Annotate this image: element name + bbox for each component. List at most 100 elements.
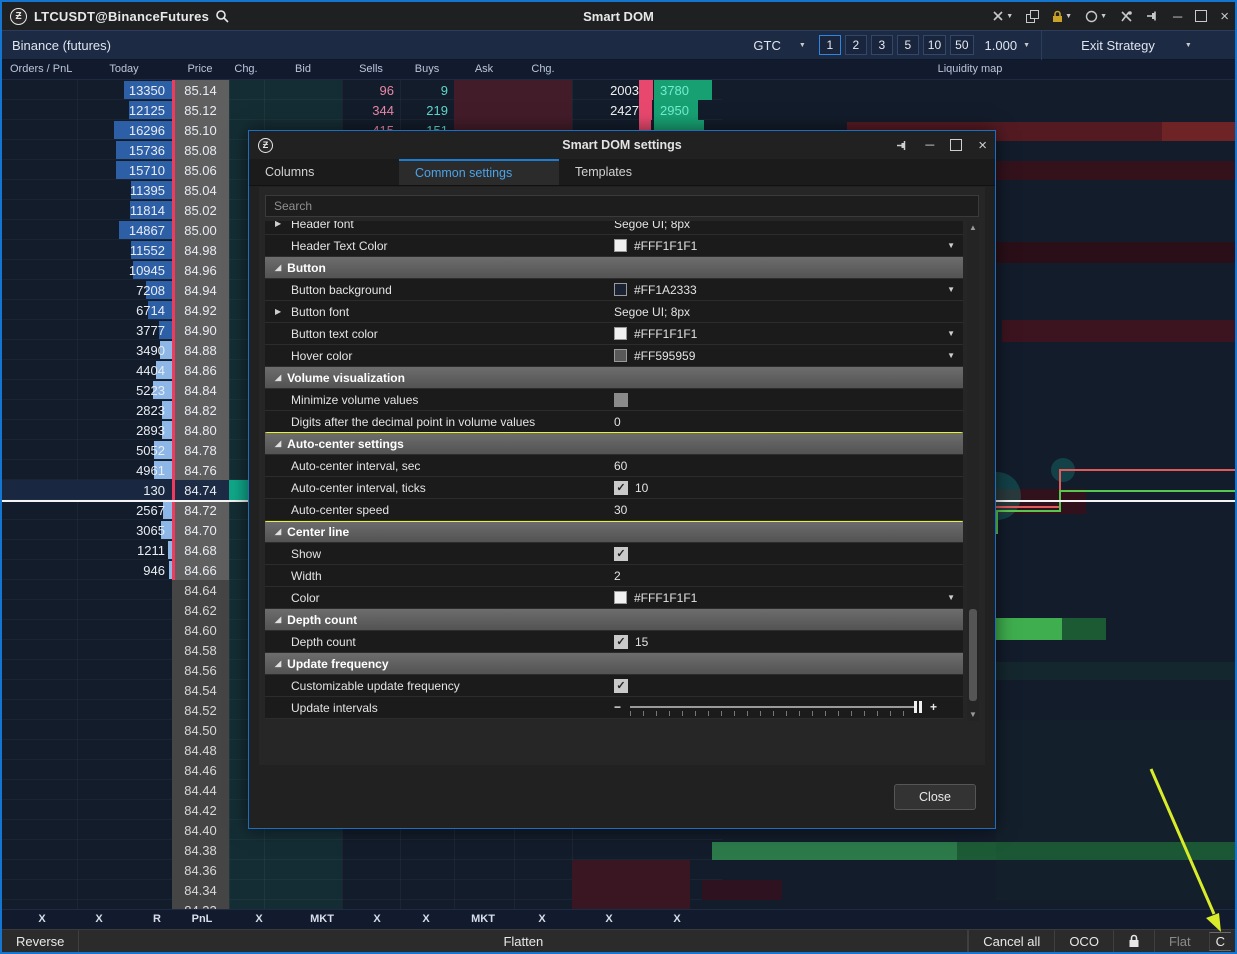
col-header[interactable]: Buys <box>415 63 439 75</box>
setting-value[interactable]: Segoe UI; 8px <box>614 221 690 231</box>
settings-scrollbar[interactable]: ▲ ▼ <box>967 221 979 721</box>
price-cell[interactable]: 84.46 <box>172 760 229 780</box>
qty-preset-1[interactable]: 1 <box>819 35 841 55</box>
price-cell[interactable]: 84.92 <box>172 300 229 320</box>
ask-heat-cell[interactable] <box>454 80 572 100</box>
setting-value[interactable]: 15 <box>635 635 648 649</box>
color-swatch[interactable] <box>614 349 627 362</box>
flatten-button[interactable]: Flatten <box>79 930 968 953</box>
price-cell[interactable]: 85.12 <box>172 100 229 120</box>
sells-cell[interactable]: 344 <box>342 100 400 120</box>
settings-section-header[interactable]: ◢Volume visualization <box>265 367 963 389</box>
exit-strategy-dropdown[interactable]: Exit Strategy▼ <box>1041 30 1231 60</box>
setting-value[interactable]: #FFF1F1F1 <box>634 239 697 253</box>
footer-cell-button[interactable]: X <box>95 913 102 925</box>
price-cell[interactable]: 84.54 <box>172 680 229 700</box>
footer-cell-button[interactable]: X <box>38 913 45 925</box>
setting-value[interactable]: #FF1A2333 <box>634 283 697 297</box>
col-header[interactable]: Sells <box>359 63 383 75</box>
price-cell[interactable]: 85.08 <box>172 140 229 160</box>
buys-cell[interactable]: 219 <box>400 100 454 120</box>
account-selector[interactable]: Binance (futures) <box>12 38 111 53</box>
dropdown-arrow-icon[interactable]: ▼ <box>947 593 955 602</box>
price-cell[interactable]: 84.82 <box>172 400 229 420</box>
footer-cell-button[interactable]: X <box>373 913 380 925</box>
footer-cell-button[interactable]: X <box>255 913 262 925</box>
lock-button[interactable] <box>1113 930 1154 953</box>
ask-heat-cell[interactable] <box>454 100 572 120</box>
setting-checkbox[interactable] <box>614 393 628 407</box>
col-header[interactable]: Price <box>187 63 212 75</box>
tab-templates[interactable]: Templates <box>559 159 709 185</box>
col-header[interactable]: Bid <box>295 63 311 75</box>
footer-cell-button[interactable]: PnL <box>192 913 213 925</box>
price-cell[interactable]: 85.02 <box>172 200 229 220</box>
settings-tools-icon[interactable] <box>1120 10 1133 23</box>
settings-section-header[interactable]: ◢Depth count <box>265 609 963 631</box>
setting-value[interactable]: 30 <box>614 503 627 517</box>
price-cell[interactable]: 84.96 <box>172 260 229 280</box>
price-cell[interactable]: 84.72 <box>172 500 229 520</box>
price-cell[interactable]: 84.80 <box>172 420 229 440</box>
footer-cell-button[interactable]: X <box>422 913 429 925</box>
settings-section-header[interactable]: ◢Update frequency <box>265 653 963 675</box>
maximize-button[interactable] <box>1195 10 1207 22</box>
update-intervals-slider[interactable]: −+ <box>614 697 949 719</box>
qty-preset-2[interactable]: 2 <box>845 35 867 55</box>
footer-cell-button[interactable]: MKT <box>310 913 334 925</box>
qty-preset-5[interactable]: 5 <box>897 35 919 55</box>
dropdown-arrow-icon[interactable]: ▼ <box>947 241 955 250</box>
footer-cell-button[interactable]: X <box>673 913 680 925</box>
tif-dropdown[interactable]: GTC▼ <box>753 38 805 53</box>
price-cell[interactable]: 85.04 <box>172 180 229 200</box>
disable-alerts-icon[interactable]: ▼ <box>992 10 1013 22</box>
price-cell[interactable]: 84.88 <box>172 340 229 360</box>
qty-step-dropdown[interactable]: 1.000▼ <box>985 38 1030 53</box>
price-cell[interactable]: 84.94 <box>172 280 229 300</box>
price-cell[interactable]: 84.64 <box>172 580 229 600</box>
tab-common-settings[interactable]: Common settings <box>399 159 559 185</box>
price-cell[interactable]: 84.78 <box>172 440 229 460</box>
settings-search-input[interactable] <box>265 195 979 217</box>
qty-preset-50[interactable]: 50 <box>950 35 973 55</box>
setting-checkbox[interactable]: ✓ <box>614 481 628 495</box>
price-cell[interactable]: 84.76 <box>172 460 229 480</box>
price-cell[interactable]: 84.66 <box>172 560 229 580</box>
price-cell[interactable]: 84.70 <box>172 520 229 540</box>
price-cell[interactable]: 85.00 <box>172 220 229 240</box>
close-button[interactable]: × <box>1220 8 1229 25</box>
setting-checkbox[interactable]: ✓ <box>614 547 628 561</box>
price-cell[interactable]: 84.38 <box>172 840 229 860</box>
settings-section-header[interactable]: ◢Button <box>265 257 963 279</box>
color-group-icon[interactable]: ▼ <box>1085 10 1107 23</box>
dialog-close-action-button[interactable]: Close <box>894 784 976 810</box>
qty-preset-10[interactable]: 10 <box>923 35 946 55</box>
reverse-button[interactable]: Reverse <box>2 930 79 953</box>
settings-section-header[interactable]: ◢Center line <box>265 521 963 543</box>
price-cell[interactable]: 84.84 <box>172 380 229 400</box>
cancel-all-button[interactable]: Cancel all <box>968 930 1054 953</box>
dropdown-arrow-icon[interactable]: ▼ <box>947 329 955 338</box>
sells-cell[interactable]: 96 <box>342 80 400 100</box>
footer-cell-button[interactable]: X <box>538 913 545 925</box>
dialog-minimize-button[interactable]: ─ <box>925 138 934 152</box>
price-cell[interactable]: 85.06 <box>172 160 229 180</box>
col-header[interactable]: Chg. <box>234 63 257 75</box>
col-header[interactable]: Today <box>109 63 138 75</box>
tab-columns[interactable]: Columns <box>249 159 399 185</box>
setting-value[interactable]: #FF595959 <box>634 349 695 363</box>
dialog-maximize-button[interactable] <box>950 139 962 151</box>
c-button[interactable]: C <box>1209 932 1231 951</box>
price-cell[interactable]: 84.36 <box>172 860 229 880</box>
price-cell[interactable]: 84.86 <box>172 360 229 380</box>
dropdown-arrow-icon[interactable]: ▼ <box>947 285 955 294</box>
pin-icon[interactable] <box>1146 10 1160 22</box>
price-cell[interactable]: 84.40 <box>172 820 229 840</box>
price-cell[interactable]: 84.60 <box>172 620 229 640</box>
price-cell[interactable]: 84.58 <box>172 640 229 660</box>
price-cell[interactable]: 84.56 <box>172 660 229 680</box>
setting-value[interactable]: #FFF1F1F1 <box>634 591 697 605</box>
setting-value[interactable]: 2 <box>614 569 621 583</box>
qty-preset-3[interactable]: 3 <box>871 35 893 55</box>
color-swatch[interactable] <box>614 591 627 604</box>
